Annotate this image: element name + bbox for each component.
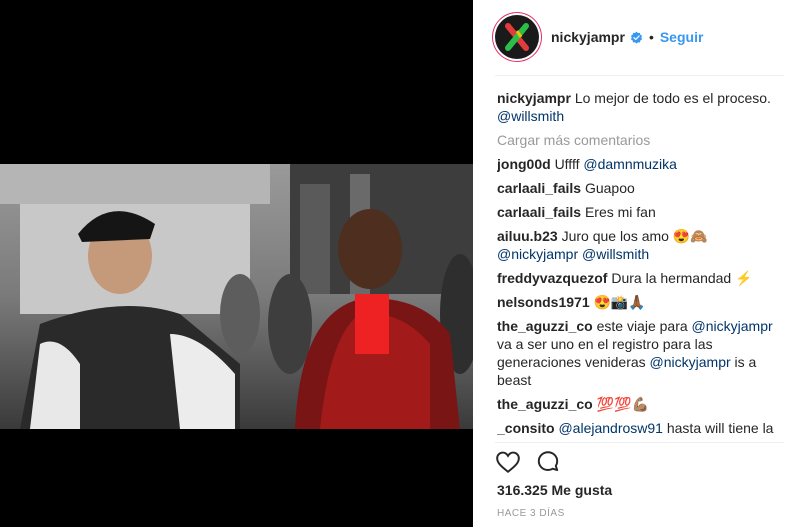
comment-item: carlaali_fails Guapoo [497, 179, 787, 197]
comment-username[interactable]: jong00d [497, 156, 551, 172]
comment-container: jong00d Uffff @damnmuzika carlaali_fails … [497, 155, 787, 437]
comment-text: 💯💯💪🏽 [596, 396, 649, 412]
comment-item: ailuu.b23 Juro que los amo 😍🙈 @nickyjamp… [497, 227, 787, 263]
post-caption: nickyjampr Lo mejor de todo es el proces… [497, 89, 787, 125]
comment-username[interactable]: ailuu.b23 [497, 228, 558, 244]
comment-mention[interactable]: @nickyjampr [650, 354, 731, 370]
comment-mention[interactable]: @alejandrosw91 [558, 420, 663, 436]
comment-text: Eres mi fan [584, 204, 656, 220]
caption-username[interactable]: nickyjampr [497, 90, 571, 106]
comment-bubble-icon[interactable] [535, 449, 561, 475]
x-logo-icon [505, 23, 529, 51]
comment-item: jong00d Uffff @damnmuzika [497, 155, 787, 173]
comment-username[interactable]: _consito [497, 420, 555, 436]
comment-mention[interactable]: @nickyjampr [692, 318, 773, 334]
comment-mention[interactable]: @nickyjampr [497, 246, 578, 262]
comment-username[interactable]: the_aguzzi_co [497, 318, 593, 334]
comment-text: Dura la hermandad ⚡ [611, 270, 753, 286]
comment-item: carlaali_fails Eres mi fan [497, 203, 787, 221]
action-bar [495, 449, 561, 475]
like-count[interactable]: 316.325 Me gusta [497, 482, 612, 498]
comment-text: Juro que los amo 😍🙈 [561, 228, 708, 244]
header-divider [495, 75, 784, 76]
comment-item: _consito @alejandrosw91 hasta will tiene… [497, 419, 787, 437]
caption-mention[interactable]: @willsmith [497, 108, 564, 124]
post-media [0, 0, 473, 527]
comment-text: Uffff [554, 156, 584, 172]
avatar[interactable] [495, 15, 539, 59]
separator-dot: • [648, 29, 654, 45]
comment-item: the_aguzzi_co 💯💯💪🏽 [497, 395, 787, 413]
verified-badge-icon [630, 31, 642, 44]
heart-outline-icon[interactable] [495, 449, 521, 475]
comment-mention[interactable]: @damnmuzika [583, 156, 677, 172]
comment-username[interactable]: carlaali_fails [497, 204, 581, 220]
post-photo[interactable] [0, 164, 473, 429]
load-more-comments-button[interactable]: Cargar más comentarios [497, 131, 787, 149]
comment-text: este viaje para [596, 318, 692, 334]
post-header: nickyjampr • Seguir [495, 12, 795, 62]
comment-mention[interactable]: @willsmith [582, 246, 649, 262]
post-timestamp: HACE 3 DÍAS [497, 508, 565, 519]
post-panel: nickyjampr • Seguir nickyjampr Lo mejor … [473, 0, 803, 527]
comment-item: nelsonds1971 😍📸🙏🏾 [497, 293, 787, 311]
comment-username[interactable]: the_aguzzi_co [497, 396, 593, 412]
comments-list[interactable]: nickyjampr Lo mejor de todo es el proces… [497, 89, 787, 440]
author-username[interactable]: nickyjampr [551, 29, 625, 45]
comment-username[interactable]: nelsonds1971 [497, 294, 590, 310]
caption-text: Lo mejor de todo es el proceso. [574, 90, 771, 106]
comment-text: hasta will tiene la [662, 420, 774, 436]
comment-text: 😍📸🙏🏾 [593, 294, 646, 310]
photo-illustration [0, 164, 473, 429]
follow-button[interactable]: Seguir [660, 29, 704, 45]
comment-username[interactable]: carlaali_fails [497, 180, 581, 196]
actions-divider [495, 442, 784, 443]
comment-item: freddyvazquezof Dura la hermandad ⚡ [497, 269, 787, 287]
comment-item: the_aguzzi_co este viaje para @nickyjamp… [497, 317, 787, 389]
comment-text: Guapoo [584, 180, 635, 196]
comment-username[interactable]: freddyvazquezof [497, 270, 607, 286]
